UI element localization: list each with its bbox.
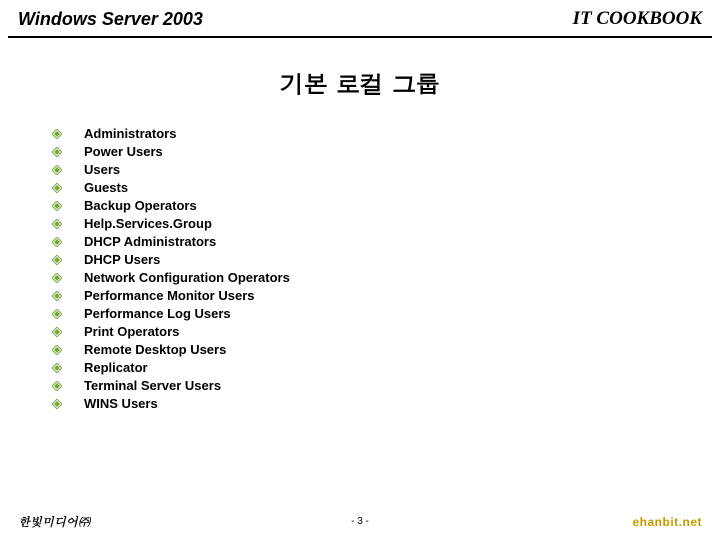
list-item: Replicator — [52, 360, 720, 375]
diamond-bullet-icon — [52, 291, 62, 301]
list-item-label: DHCP Administrators — [84, 234, 216, 249]
list-item-label: Administrators — [84, 126, 176, 141]
diamond-bullet-icon — [52, 201, 62, 211]
list-item: Help.Services.Group — [52, 216, 720, 231]
list-item: Administrators — [52, 126, 720, 141]
footer-publisher: 한빛미디어㈜ — [18, 513, 90, 530]
list-item-label: Backup Operators — [84, 198, 197, 213]
diamond-bullet-icon — [52, 399, 62, 409]
list-item-label: Network Configuration Operators — [84, 270, 290, 285]
page-title: 기본 로컬 그룹 — [0, 66, 720, 100]
diamond-bullet-icon — [52, 165, 62, 175]
diamond-bullet-icon — [52, 255, 62, 265]
list-item: Guests — [52, 180, 720, 195]
list-item: Power Users — [52, 144, 720, 159]
list-item: Remote Desktop Users — [52, 342, 720, 357]
diamond-bullet-icon — [52, 183, 62, 193]
list-item-label: Terminal Server Users — [84, 378, 221, 393]
diamond-bullet-icon — [52, 219, 62, 229]
list-item-label: DHCP Users — [84, 252, 160, 267]
diamond-bullet-icon — [52, 273, 62, 283]
list-item: WINS Users — [52, 396, 720, 411]
header-divider — [8, 36, 712, 38]
header: Windows Server 2003 IT COOKBOOK — [0, 0, 720, 36]
diamond-bullet-icon — [52, 363, 62, 373]
list-item: DHCP Users — [52, 252, 720, 267]
diamond-bullet-icon — [52, 309, 62, 319]
list-item: Network Configuration Operators — [52, 270, 720, 285]
list-item-label: WINS Users — [84, 396, 158, 411]
diamond-bullet-icon — [52, 147, 62, 157]
list-item-label: Remote Desktop Users — [84, 342, 226, 357]
list-item-label: Replicator — [84, 360, 148, 375]
header-left-title: Windows Server 2003 — [18, 9, 203, 30]
list-item-label: Print Operators — [84, 324, 179, 339]
list-item-label: Power Users — [84, 144, 163, 159]
diamond-bullet-icon — [52, 237, 62, 247]
list-item-label: Users — [84, 162, 120, 177]
list-item: Performance Monitor Users — [52, 288, 720, 303]
list-item: Terminal Server Users — [52, 378, 720, 393]
list-item: Print Operators — [52, 324, 720, 339]
footer-url: ehanbit.net — [632, 515, 702, 529]
group-list: Administrators Power Users Users Guests … — [52, 126, 720, 411]
header-right-title: IT COOKBOOK — [573, 8, 702, 30]
list-item: DHCP Administrators — [52, 234, 720, 249]
list-item: Backup Operators — [52, 198, 720, 213]
diamond-bullet-icon — [52, 327, 62, 337]
list-item: Performance Log Users — [52, 306, 720, 321]
diamond-bullet-icon — [52, 381, 62, 391]
footer-page-number: - 3 - — [351, 516, 369, 527]
list-item: Users — [52, 162, 720, 177]
list-item-label: Performance Log Users — [84, 306, 231, 321]
diamond-bullet-icon — [52, 345, 62, 355]
list-item-label: Performance Monitor Users — [84, 288, 255, 303]
footer: 한빛미디어㈜ - 3 - ehanbit.net — [0, 513, 720, 530]
list-item-label: Guests — [84, 180, 128, 195]
list-item-label: Help.Services.Group — [84, 216, 212, 231]
diamond-bullet-icon — [52, 129, 62, 139]
